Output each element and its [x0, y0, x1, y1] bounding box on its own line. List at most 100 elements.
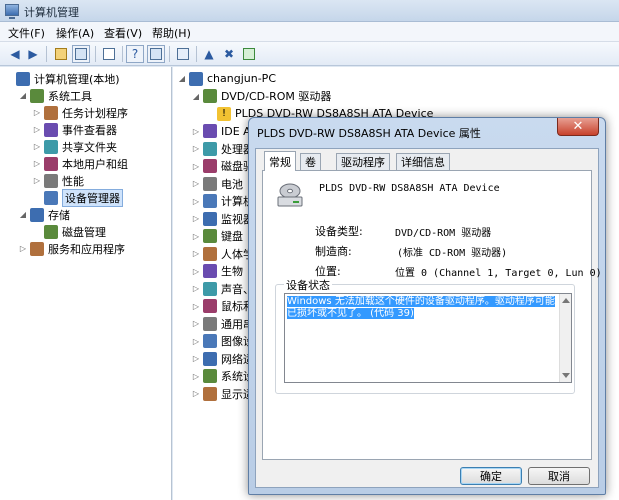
tree-item[interactable]: 计算机管理(本地)	[4, 70, 120, 87]
menu-bar: 文件(F) 操作(A) 查看(V) 帮助(H)	[0, 22, 619, 42]
event-viewer-icon	[44, 122, 58, 137]
expander-icon[interactable]: ▷	[191, 162, 201, 171]
expander-icon[interactable]: ▷	[191, 319, 201, 328]
tab-volumes[interactable]: 卷	[300, 153, 321, 170]
tree-item[interactable]: 磁盘管理	[32, 223, 106, 240]
expander-icon[interactable]: ▷	[191, 284, 201, 293]
tree-item-label: 服务和应用程序	[48, 242, 125, 256]
device-status-text: Windows 无法加载这个硬件的设备驱动程序。驱动程序可能已损坏或不见了。 (…	[287, 296, 555, 319]
tree-item-label: 电池	[221, 177, 243, 191]
tree-item[interactable]: ◢ DVD/CD-ROM 驱动器	[191, 88, 331, 105]
uninstall-device-icon[interactable]: ✖	[220, 45, 238, 63]
expander-icon[interactable]: ◢	[18, 91, 28, 100]
cancel-button[interactable]: 取消	[528, 467, 590, 485]
tree-item[interactable]: ▷ 电池	[191, 175, 243, 192]
expander-icon[interactable]: ▷	[32, 142, 42, 151]
expander-icon[interactable]: ▷	[191, 249, 201, 258]
tree-item[interactable]: ▷ 事件查看器	[32, 121, 117, 138]
system-devices-icon	[203, 369, 217, 383]
tree-item[interactable]: ▷ 服务和应用程序	[18, 240, 125, 257]
expander-icon[interactable]: ▷	[191, 267, 201, 276]
tree-item[interactable]: 设备管理器	[32, 188, 123, 207]
tree-item[interactable]: ▷ IDE A	[191, 123, 251, 140]
expander-icon[interactable]: ▷	[32, 125, 42, 134]
expander-icon[interactable]: ▷	[191, 354, 201, 363]
expander-icon[interactable]: ▷	[32, 108, 42, 117]
tree-item[interactable]: ▷ 计算机	[191, 193, 254, 210]
tree-item-label: 系统工具	[48, 89, 92, 103]
menu-view[interactable]: 查看(V)	[104, 25, 142, 41]
tree-item[interactable]: ▷ 处理器	[191, 140, 254, 157]
expander-icon[interactable]: ▷	[191, 179, 201, 188]
device-status-textbox[interactable]: Windows 无法加载这个硬件的设备驱动程序。驱动程序可能已损坏或不见了。 (…	[284, 293, 572, 383]
expander-icon[interactable]: ▷	[191, 302, 201, 311]
tree-item-label: 生物	[221, 265, 243, 278]
expander-icon[interactable]: ▷	[191, 197, 201, 206]
tab-general[interactable]: 常规	[264, 151, 296, 171]
tree-item[interactable]: ◢ 系统工具	[18, 87, 92, 104]
tree-item[interactable]: ▷ 监视器	[191, 210, 254, 227]
menu-file[interactable]: 文件(F)	[8, 25, 45, 41]
tree-item[interactable]: ▷ 生物	[191, 263, 243, 280]
tree-item[interactable]: ▷ 性能	[32, 172, 84, 189]
expander-icon[interactable]: ▷	[32, 159, 42, 168]
expander-icon[interactable]: ◢	[18, 210, 28, 219]
scan-hardware-icon[interactable]	[174, 45, 192, 63]
enable-device-icon[interactable]	[240, 45, 258, 63]
back-arrow-icon[interactable]: ◀	[6, 45, 24, 63]
up-folder-icon[interactable]	[52, 45, 70, 63]
expander-icon[interactable]: ▷	[32, 176, 42, 185]
expander-icon[interactable]: ▷	[191, 372, 201, 381]
tree-item[interactable]: ◢ changjun-PC	[177, 70, 276, 87]
tree-item[interactable]: ▷ 系统设	[191, 368, 254, 385]
update-driver-icon[interactable]: ▲	[200, 45, 218, 63]
task-scheduler-icon	[44, 105, 58, 120]
window-title: 计算机管理	[24, 6, 79, 19]
tree-item[interactable]: ▷ 任务计划程序	[32, 104, 128, 121]
manufacturer-label: 制造商:	[315, 245, 352, 258]
expander-icon[interactable]: ▷	[191, 214, 201, 223]
tree-item[interactable]: ▷ 共享文件夹	[32, 138, 117, 155]
expander-icon[interactable]: ▷	[191, 337, 201, 346]
expander-icon[interactable]: ▷	[191, 389, 201, 398]
tree-item[interactable]: ▷ 网络适	[191, 350, 254, 367]
imaging-icon	[203, 334, 217, 348]
tab-details[interactable]: 详细信息	[396, 153, 450, 170]
expander-icon[interactable]: ▷	[18, 244, 28, 253]
tree-item[interactable]: ▷ 本地用户和组	[32, 155, 128, 172]
menu-help[interactable]: 帮助(H)	[152, 25, 191, 41]
tree-item-label: 性能	[62, 174, 84, 188]
shared-folders-icon	[44, 139, 58, 154]
tree-item[interactable]: ▷ 键盘	[191, 228, 243, 245]
tree-item[interactable]: ▷ 鼠标和	[191, 298, 254, 315]
tree-item-label: DVD/CD-ROM 驱动器	[221, 90, 332, 103]
expander-icon[interactable]: ◢	[177, 74, 187, 83]
show-hide-tree-icon[interactable]	[72, 45, 90, 63]
expander-icon[interactable]: ▷	[191, 232, 201, 241]
toolbar-separator	[196, 46, 197, 62]
toolbar: ◀ ▶ ? ▲ ✖	[0, 42, 619, 66]
forward-arrow-icon[interactable]: ▶	[24, 45, 42, 63]
close-icon[interactable]: ✕	[557, 118, 599, 136]
tree-item[interactable]: ▷ 通用串	[191, 315, 254, 332]
ok-button[interactable]: 确定	[460, 467, 522, 485]
menu-action[interactable]: 操作(A)	[56, 25, 94, 41]
tree-item[interactable]: ▷ 显示适	[191, 385, 254, 402]
status-scrollbar[interactable]	[559, 294, 571, 382]
expander-icon[interactable]: ▷	[191, 144, 201, 153]
tree-item-label: 本地用户和组	[62, 157, 128, 171]
tree-item[interactable]: ▷ 磁盘驱	[191, 158, 254, 175]
help-icon[interactable]: ?	[126, 45, 144, 63]
tree-item[interactable]: ▷ 声音、	[191, 280, 254, 297]
tab-driver[interactable]: 驱动程序	[336, 153, 390, 170]
tree-item-label: 设备管理器	[62, 188, 123, 207]
mouse-icon	[203, 299, 217, 313]
tree-item[interactable]: ▷ 图像设	[191, 333, 254, 350]
tree-item[interactable]: ◢ 存储	[18, 206, 70, 223]
expander-icon[interactable]: ▷	[191, 127, 201, 136]
tree-item[interactable]: ▷ 人体学	[191, 245, 254, 262]
properties-icon[interactable]	[100, 45, 118, 63]
expander-icon[interactable]: ◢	[191, 92, 201, 101]
action-pane-icon[interactable]	[147, 45, 165, 63]
device-status-label: 设备状态	[284, 277, 332, 293]
